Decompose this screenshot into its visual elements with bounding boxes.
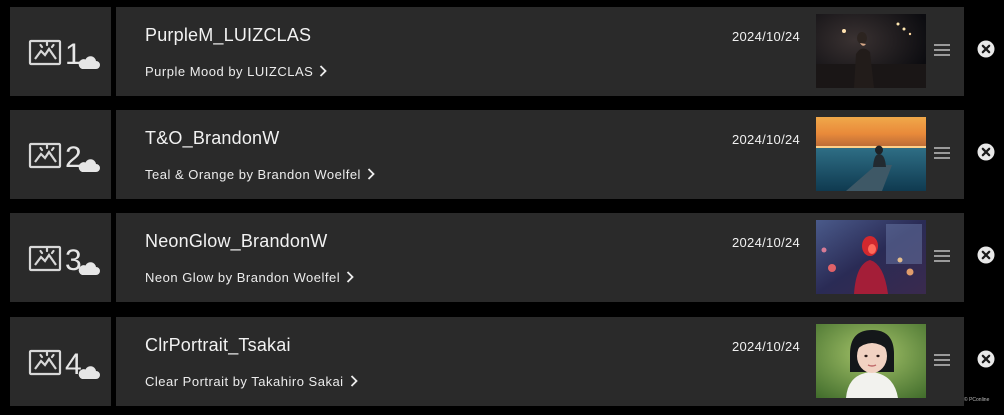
preset-date: 2024/10/24 [732, 132, 801, 147]
preset-slot: 2 [10, 110, 111, 199]
preset-source-label: Clear Portrait by Takahiro Sakai [145, 373, 344, 389]
preset-source-link[interactable]: Neon Glow by Brandon Woelfel [145, 268, 354, 286]
preset-thumbnail [816, 324, 926, 398]
drag-handle-icon[interactable] [934, 44, 950, 56]
chevron-right-icon [320, 65, 328, 77]
preset-source-label: Purple Mood by LUIZCLAS [145, 63, 314, 79]
preset-slot: 3 [10, 213, 111, 302]
drag-handle-icon[interactable] [934, 354, 950, 366]
watermark: © PConline [964, 397, 990, 403]
preset-row: 1 PurpleM_LUIZCLAS Purple Mood by LUIZCL… [0, 7, 1004, 96]
drag-handle-icon[interactable] [934, 147, 950, 159]
close-circle-icon[interactable] [977, 246, 995, 264]
preset-thumbnail [816, 117, 926, 191]
preset-name: T&O_BrandonW [145, 128, 280, 148]
chevron-right-icon [367, 168, 375, 180]
preset-slot: 1 [10, 7, 111, 96]
preset-source-label: Neon Glow by Brandon Woelfel [145, 269, 341, 285]
preset-card[interactable]: ClrPortrait_Tsakai Clear Portrait by Tak… [116, 317, 964, 406]
preset-date: 2024/10/24 [732, 235, 801, 250]
close-circle-icon[interactable] [977, 143, 995, 161]
preset-card[interactable]: T&O_BrandonW Teal & Orange by Brandon Wo… [116, 110, 964, 199]
preset-card[interactable]: NeonGlow_BrandonW Neon Glow by Brandon W… [116, 213, 964, 302]
preset-name: NeonGlow_BrandonW [145, 231, 328, 251]
chevron-right-icon [347, 271, 354, 283]
close-circle-icon[interactable] [977, 40, 995, 58]
close-circle-icon[interactable] [977, 350, 995, 368]
image-cloud-icon: 2 [28, 141, 100, 174]
preset-date: 2024/10/24 [732, 339, 801, 354]
image-cloud-icon: 3 [28, 244, 100, 277]
image-cloud-icon: 1 [28, 38, 100, 71]
preset-name: ClrPortrait_Tsakai [145, 335, 291, 355]
preset-slot: 4 [10, 317, 111, 406]
preset-row: 2 T&O_BrandonW Teal & Orange by Brandon … [0, 110, 1004, 199]
preset-thumbnail [816, 14, 926, 88]
preset-source-label: Teal & Orange by Brandon Woelfel [145, 166, 361, 182]
drag-handle-icon[interactable] [934, 250, 950, 262]
preset-source-link[interactable]: Purple Mood by LUIZCLAS [145, 62, 328, 80]
preset-date: 2024/10/24 [732, 29, 801, 44]
preset-thumbnail [816, 220, 926, 294]
preset-source-link[interactable]: Teal & Orange by Brandon Woelfel [145, 165, 375, 183]
preset-card[interactable]: PurpleM_LUIZCLAS Purple Mood by LUIZCLAS… [116, 7, 964, 96]
preset-name: PurpleM_LUIZCLAS [145, 25, 312, 45]
preset-row: 3 NeonGlow_BrandonW Neon Glow by Brandon… [0, 213, 1004, 302]
image-cloud-icon: 4 [28, 348, 100, 381]
chevron-right-icon [350, 375, 358, 387]
preset-source-link[interactable]: Clear Portrait by Takahiro Sakai [145, 372, 358, 390]
preset-list: 1 PurpleM_LUIZCLAS Purple Mood by LUIZCL… [0, 0, 1004, 415]
preset-row: 4 ClrPortrait_Tsakai Clear Portrait by T… [0, 317, 1004, 406]
